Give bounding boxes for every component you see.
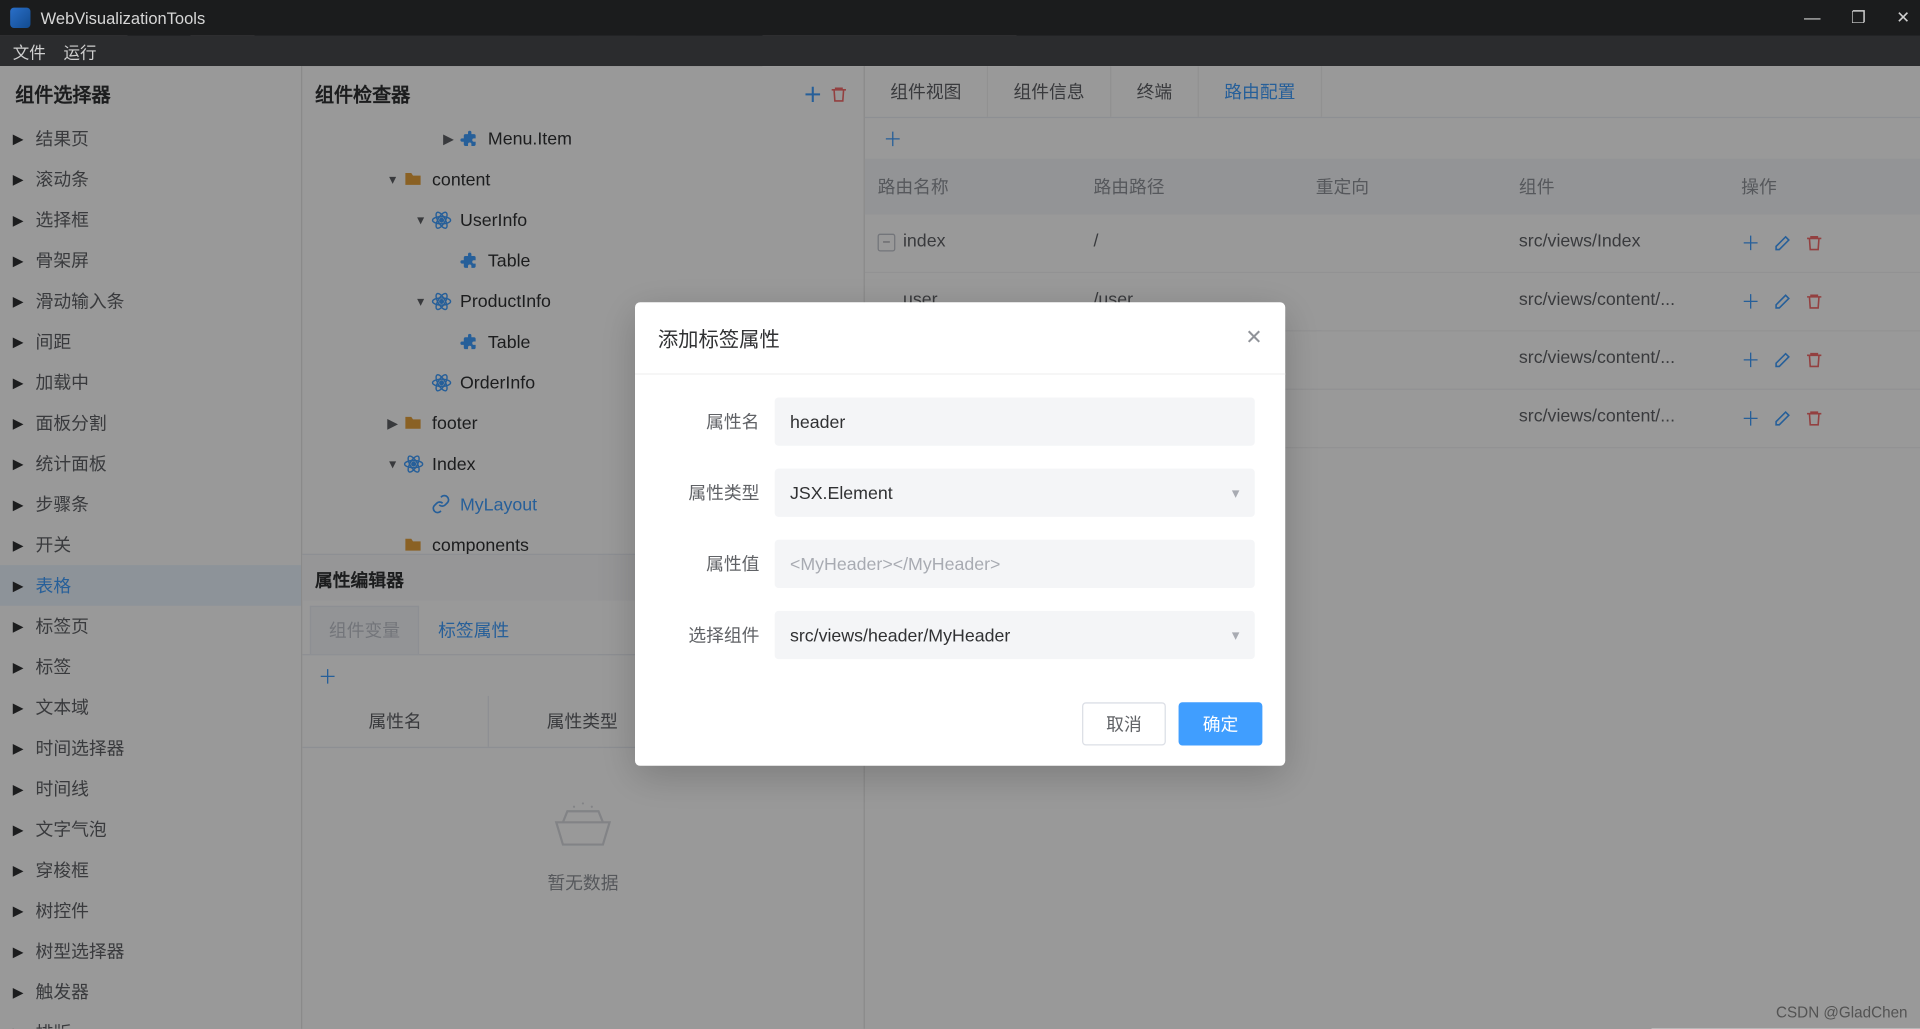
select-attr-type[interactable]: JSX.Element ▾ (775, 469, 1255, 517)
titlebar: WebVisualizationTools — ❐ ✕ (0, 0, 1920, 36)
menu-file[interactable]: 文件 (13, 39, 46, 63)
dialog-title: 添加标签属性 (658, 323, 780, 353)
select-attr-type-value: JSX.Element (790, 483, 893, 503)
input-attr-value[interactable] (775, 540, 1255, 588)
label-attr-type: 属性类型 (665, 480, 774, 505)
window-maximize-icon[interactable]: ❐ (1851, 8, 1866, 28)
select-pick-component[interactable]: src/views/header/MyHeader ▾ (775, 611, 1255, 659)
app-title: WebVisualizationTools (41, 8, 206, 27)
input-attr-name[interactable] (775, 398, 1255, 446)
label-attr-value: 属性值 (665, 551, 774, 576)
chevron-down-icon: ▾ (1232, 626, 1240, 644)
chevron-down-icon: ▾ (1232, 484, 1240, 502)
add-attribute-dialog: 添加标签属性 ✕ 属性名 属性类型 JSX.Element▾ 属性值 选择组件 … (635, 302, 1285, 766)
menubar: 文件 运行 (0, 36, 1920, 66)
select-pick-component-value: src/views/header/MyHeader (790, 625, 1010, 645)
label-pick-component: 选择组件 (665, 622, 774, 647)
menu-run[interactable]: 运行 (64, 39, 97, 63)
label-attr-name: 属性名 (665, 409, 774, 434)
dialog-close-icon[interactable]: ✕ (1245, 325, 1262, 350)
ok-button[interactable]: 确定 (1179, 702, 1263, 745)
window-minimize-icon[interactable]: — (1804, 8, 1821, 28)
cancel-button[interactable]: 取消 (1082, 702, 1166, 745)
app-logo (10, 8, 30, 28)
window-close-icon[interactable]: ✕ (1896, 8, 1910, 28)
